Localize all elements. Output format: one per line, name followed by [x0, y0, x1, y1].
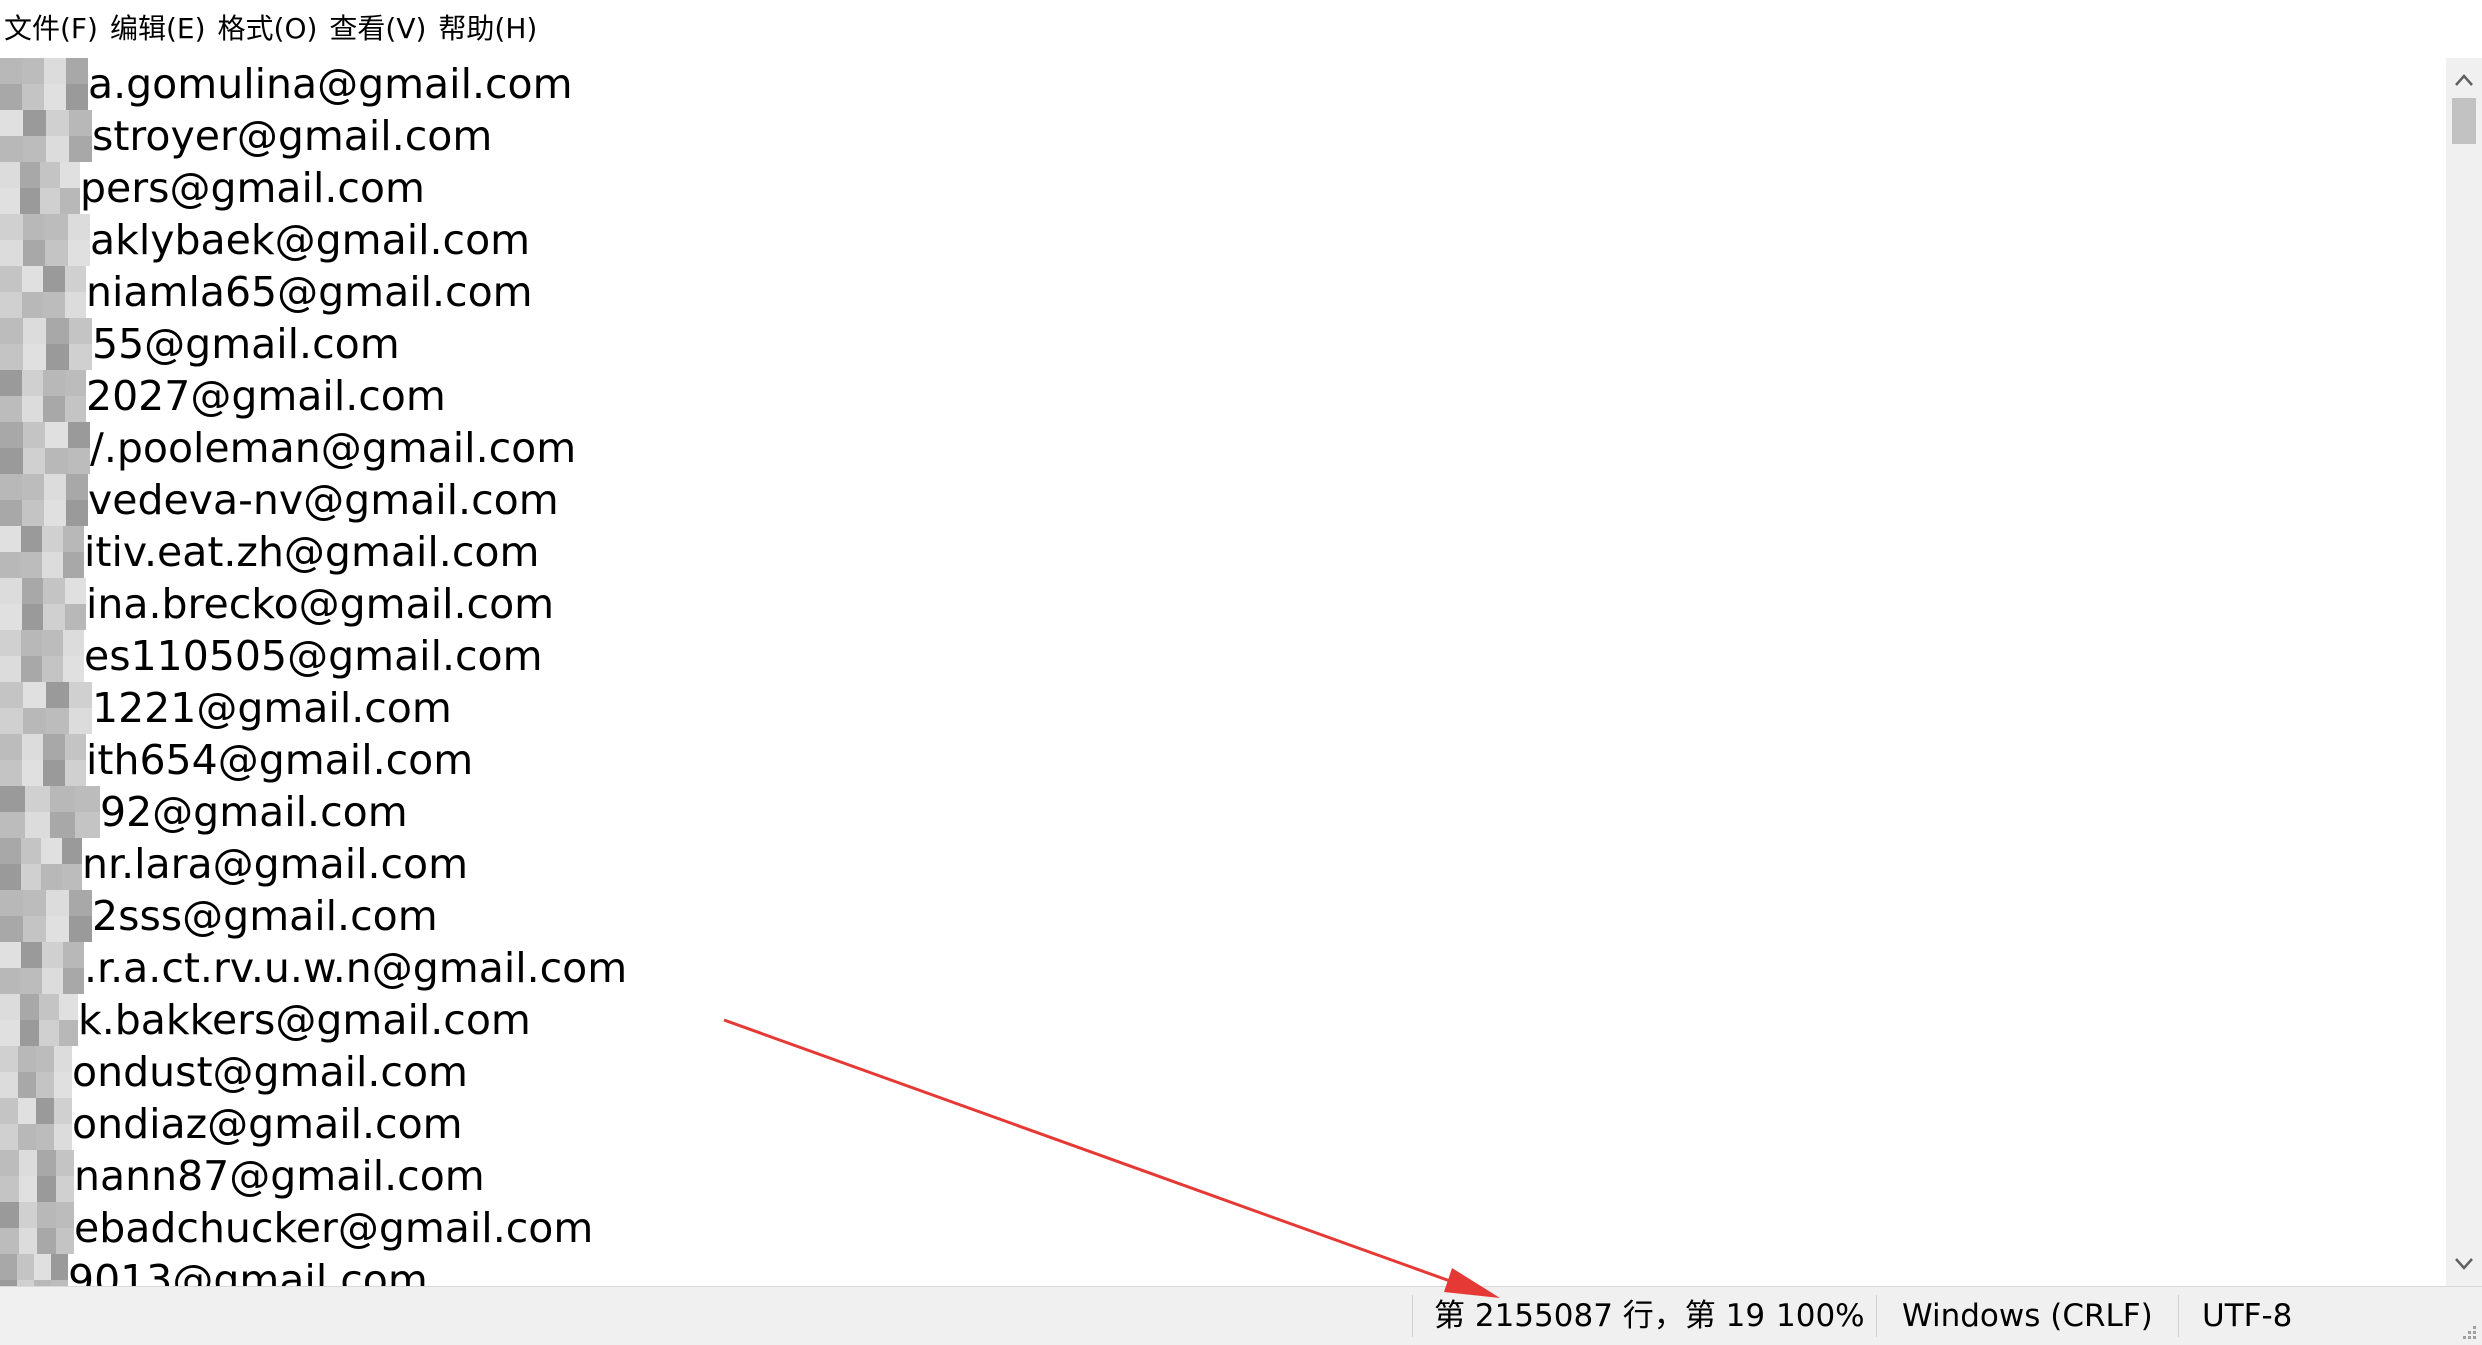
pixelated-redaction: [0, 318, 92, 370]
pixelated-redaction: [0, 786, 100, 838]
resize-grip-icon[interactable]: [2458, 1321, 2478, 1341]
text-editor-area[interactable]: a.gomulina@gmail.com stroyer@gmail.com per…: [0, 58, 2446, 1286]
pixelated-redaction: [0, 1150, 74, 1202]
status-divider: [1876, 1295, 1877, 1337]
pixelated-redaction: [0, 838, 82, 890]
pixelated-redaction: [0, 942, 84, 994]
text-line: aklybaek@gmail.com: [90, 216, 531, 264]
text-line: ith654@gmail.com: [86, 736, 474, 784]
pixelated-redaction: [0, 682, 92, 734]
menu-format[interactable]: 格式(O): [214, 0, 326, 58]
chevron-up-icon[interactable]: [2446, 62, 2482, 98]
pixelated-redaction: [0, 474, 88, 526]
vertical-scrollbar[interactable]: [2446, 58, 2482, 1286]
pixelated-redaction: [0, 1046, 72, 1098]
text-line: k.bakkers@gmail.com: [78, 996, 531, 1044]
pixelated-redaction: [0, 734, 86, 786]
text-line: 55@gmail.com: [92, 320, 400, 368]
menu-bar: 文件(F) 编辑(E) 格式(O) 查看(V) 帮助(H): [0, 0, 2482, 59]
chevron-down-icon[interactable]: [2446, 1246, 2482, 1282]
text-line: pers@gmail.com: [80, 164, 425, 212]
pixelated-redaction: [0, 578, 86, 630]
pixelated-redaction: [0, 422, 90, 474]
text-line: 9013@gmail.com: [68, 1256, 428, 1286]
text-line: vedeva-nv@gmail.com: [88, 476, 559, 524]
scrollbar-thumb[interactable]: [2452, 98, 2476, 144]
pixelated-redaction: [0, 58, 88, 110]
text-line: 2027@gmail.com: [86, 372, 446, 420]
text-line: ebadchucker@gmail.com: [74, 1204, 594, 1252]
text-line: nr.lara@gmail.com: [82, 840, 469, 888]
cursor-position: 第 2155087 行，第 19 列: [1434, 1298, 1776, 1334]
pixelated-redaction: [0, 890, 92, 942]
status-divider: [1412, 1295, 1413, 1337]
line-ending: Windows (CRLF): [1902, 1298, 2153, 1334]
pixelated-redaction: [0, 162, 80, 214]
menu-help[interactable]: 帮助(H): [434, 0, 545, 58]
text-line: 1221@gmail.com: [92, 684, 452, 732]
text-line: stroyer@gmail.com: [92, 112, 493, 160]
text-line: /.pooleman@gmail.com: [90, 424, 577, 472]
text-line: nann87@gmail.com: [74, 1152, 485, 1200]
zoom-level: 100%: [1776, 1298, 1865, 1334]
encoding: UTF-8: [2202, 1298, 2293, 1334]
status-divider: [2178, 1295, 2179, 1337]
text-line: niamla65@gmail.com: [86, 268, 533, 316]
text-line: ondust@gmail.com: [72, 1048, 468, 1096]
pixelated-redaction: [0, 1254, 68, 1286]
menu-file[interactable]: 文件(F): [0, 0, 106, 58]
pixelated-redaction: [0, 994, 78, 1046]
text-line: 2sss@gmail.com: [92, 892, 438, 940]
text-line: ondiaz@gmail.com: [72, 1100, 463, 1148]
status-bar: 第 2155087 行，第 19 列 100% Windows (CRLF) U…: [0, 1286, 2482, 1345]
menu-view[interactable]: 查看(V): [325, 0, 434, 58]
text-line: .r.a.ct.rv.u.w.n@gmail.com: [84, 944, 628, 992]
text-line: es110505@gmail.com: [84, 632, 543, 680]
text-line: a.gomulina@gmail.com: [88, 60, 573, 108]
pixelated-redaction: [0, 214, 90, 266]
pixelated-redaction: [0, 370, 86, 422]
pixelated-redaction: [0, 110, 92, 162]
pixelated-redaction: [0, 526, 84, 578]
menu-edit[interactable]: 编辑(E): [106, 0, 214, 58]
pixelated-redaction: [0, 630, 84, 682]
text-line: ina.brecko@gmail.com: [86, 580, 555, 628]
text-line: itiv.eat.zh@gmail.com: [84, 528, 540, 576]
pixelated-redaction: [0, 266, 86, 318]
pixelated-redaction: [0, 1098, 72, 1150]
text-line: 92@gmail.com: [100, 788, 408, 836]
pixelated-redaction: [0, 1202, 74, 1254]
